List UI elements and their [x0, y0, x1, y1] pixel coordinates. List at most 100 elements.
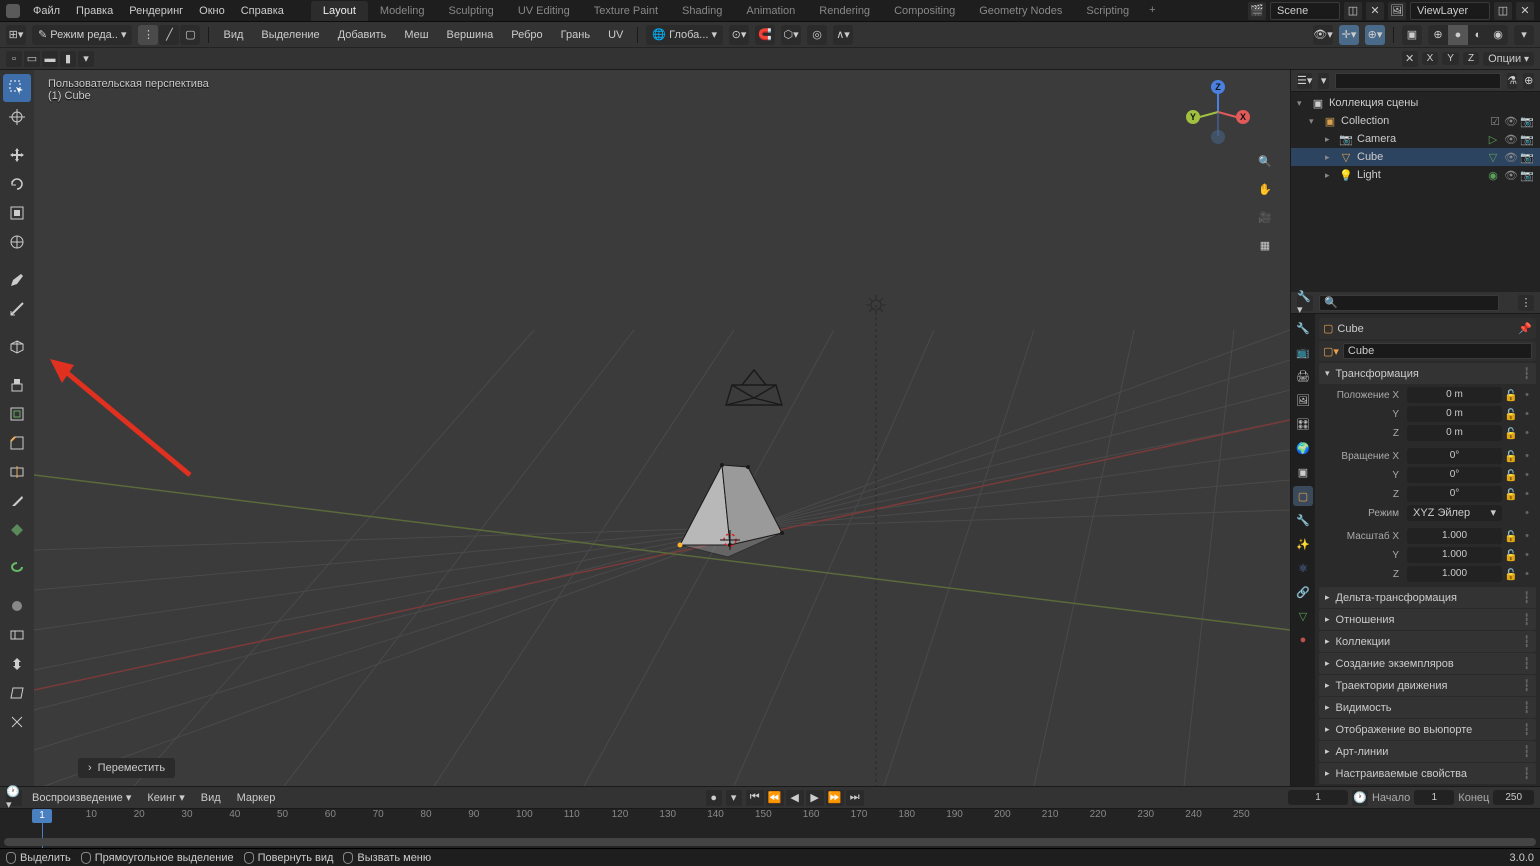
outliner-item-cube[interactable]: ▸ ▽ Cube ▽ 👁 📷 [1291, 148, 1540, 166]
shading-dropdown[interactable]: ▾ [1514, 25, 1534, 45]
tab-scripting[interactable]: Scripting [1074, 1, 1141, 21]
proportional-dropdown[interactable]: ∧▾ [833, 25, 853, 45]
tab-layout[interactable]: Layout [311, 1, 368, 21]
tool-edge-slide[interactable] [3, 621, 31, 649]
uv-menu[interactable]: UV [602, 29, 629, 41]
tab-shading[interactable]: Shading [670, 1, 734, 21]
menu-window[interactable]: Окно [192, 2, 232, 20]
add-menu[interactable]: Добавить [332, 29, 393, 41]
gizmo-y[interactable]: Y [1186, 110, 1200, 124]
3d-viewport[interactable]: Пользовательская перспектива (1) Cube Z … [34, 70, 1290, 786]
loc-z-field[interactable]: 0 m [1407, 425, 1502, 441]
select-vertex-icon[interactable]: ⋮ [138, 25, 158, 45]
props-editor-icon[interactable]: 🔧▾ [1297, 295, 1313, 311]
viewlayer-new-icon[interactable]: ◫ [1494, 2, 1512, 20]
edge-menu[interactable]: Ребро [505, 29, 548, 41]
ptab-world[interactable]: 🌍 [1293, 438, 1313, 458]
scene-browse-icon[interactable]: 🎬 [1248, 2, 1266, 20]
lock-icon[interactable]: 🔓 [1504, 487, 1518, 501]
loc-x-field[interactable]: 0 m [1407, 387, 1502, 403]
tool-cursor[interactable] [3, 103, 31, 131]
tab-animation[interactable]: Animation [734, 1, 807, 21]
menu-help[interactable]: Справка [234, 2, 291, 20]
timeline-editor-icon[interactable]: 🕐▾ [6, 790, 22, 806]
ptab-render[interactable]: 📺 [1293, 342, 1313, 362]
shading-matprev-icon[interactable]: ◐ [1468, 25, 1488, 45]
group-visibility[interactable]: ▸Видимость┇ [1319, 697, 1536, 718]
autokey-dropdown[interactable]: ▾ [726, 790, 742, 806]
scale-y-field[interactable]: 1.000 [1407, 547, 1502, 563]
tool-move[interactable] [3, 141, 31, 169]
ptab-modifiers[interactable]: 🔧 [1293, 510, 1313, 530]
orientation-dropdown[interactable]: 🌐 Глоба... ▾ [646, 25, 723, 45]
outliner-search[interactable] [1335, 73, 1501, 89]
snap-toggle[interactable]: 🧲 [755, 25, 775, 45]
face-menu[interactable]: Грань [555, 29, 596, 41]
viewlayer-name-field[interactable] [1410, 2, 1490, 20]
gizmo-toggle[interactable]: ✛▾ [1339, 25, 1359, 45]
tool-annotate[interactable] [3, 266, 31, 294]
group-transform[interactable]: ▾ Трансформация ┇ [1319, 363, 1536, 384]
gizmo-z[interactable]: Z [1211, 80, 1225, 94]
tab-sculpting[interactable]: Sculpting [437, 1, 506, 21]
vertex-menu[interactable]: Вершина [441, 29, 500, 41]
view-menu[interactable]: Вид [217, 29, 249, 41]
rot-y-field[interactable]: 0° [1407, 467, 1502, 483]
tool-inset[interactable] [3, 400, 31, 428]
props-options[interactable]: ⋮ [1518, 295, 1534, 311]
render-icon[interactable]: 📷 [1520, 132, 1534, 146]
zoom-icon[interactable]: 🔍 [1254, 150, 1276, 172]
keyframe-next-icon[interactable]: ⏩ [826, 790, 844, 806]
snap-dropdown[interactable]: ⬡▾ [781, 25, 801, 45]
group-custom[interactable]: ▸Настраиваемые свойства┇ [1319, 763, 1536, 784]
proportional-toggle[interactable]: ◎ [807, 25, 827, 45]
camera-view-icon[interactable]: 🎥 [1254, 206, 1276, 228]
persp-ortho-icon[interactable]: ▦ [1254, 234, 1276, 256]
menu-edit[interactable]: Правка [69, 2, 120, 20]
eye-icon[interactable]: 👁 [1504, 114, 1518, 128]
lock-icon[interactable]: 🔓 [1504, 548, 1518, 562]
tab-add[interactable]: + [1141, 1, 1163, 21]
timeline-scrollbar[interactable] [4, 838, 1536, 846]
tool-shear[interactable] [3, 679, 31, 707]
play-icon[interactable]: ▶ [806, 790, 824, 806]
autokey-toggle[interactable]: ● [706, 790, 722, 806]
eye-icon[interactable]: 👁 [1504, 150, 1518, 164]
last-operator-panel[interactable]: › Переместить [78, 758, 175, 778]
outliner-new-collection[interactable]: ⊕ [1523, 73, 1534, 89]
render-icon[interactable]: 📷 [1520, 114, 1534, 128]
gizmo-x[interactable]: X [1236, 110, 1250, 124]
ptab-collection[interactable]: ▣ [1293, 462, 1313, 482]
eye-icon[interactable]: 👁 [1504, 132, 1518, 146]
options-dropdown[interactable]: Опции ▾ [1483, 52, 1534, 66]
tool-add-cube[interactable] [3, 333, 31, 361]
lock-icon[interactable]: 🔓 [1504, 426, 1518, 440]
scene-new-icon[interactable]: ◫ [1344, 2, 1362, 20]
shading-wire-icon[interactable]: ⊕ [1428, 25, 1448, 45]
tool-smooth[interactable] [3, 592, 31, 620]
play-reverse-icon[interactable]: ◀ [786, 790, 804, 806]
frame-range-icon[interactable]: 🕐 [1352, 790, 1368, 806]
nav-gizmo[interactable]: Z Y X [1186, 80, 1250, 144]
tool-bevel[interactable] [3, 429, 31, 457]
timeline[interactable]: 0102030405060708090100110120130140150160… [0, 808, 1540, 848]
lock-icon[interactable]: 🔓 [1504, 468, 1518, 482]
ptab-output[interactable]: 🖨 [1293, 366, 1313, 386]
render-icon[interactable]: 📷 [1520, 150, 1534, 164]
outliner-item-light[interactable]: ▸ 💡 Light ◉ 👁 📷 [1291, 166, 1540, 184]
keyframe-prev-icon[interactable]: ⏪ [766, 790, 784, 806]
group-motion[interactable]: ▸Траектории движения┇ [1319, 675, 1536, 696]
ptab-physics[interactable]: ⚛ [1293, 558, 1313, 578]
ptab-data[interactable]: ▽ [1293, 606, 1313, 626]
viewlayer-browse-icon[interactable]: 🖼 [1388, 2, 1406, 20]
tool-transform[interactable] [3, 228, 31, 256]
tab-texpaint[interactable]: Texture Paint [582, 1, 670, 21]
scale-x-field[interactable]: 1.000 [1407, 528, 1502, 544]
group-lineart[interactable]: ▸Арт-линии┇ [1319, 741, 1536, 762]
render-icon[interactable]: 📷 [1520, 168, 1534, 182]
select-edge-icon[interactable]: ╱ [159, 25, 179, 45]
jump-start-icon[interactable]: ⏮ [746, 790, 764, 806]
menu-file[interactable]: Файл [26, 2, 67, 20]
shading-solid-icon[interactable]: ● [1448, 25, 1468, 45]
props-search[interactable] [1319, 295, 1499, 311]
